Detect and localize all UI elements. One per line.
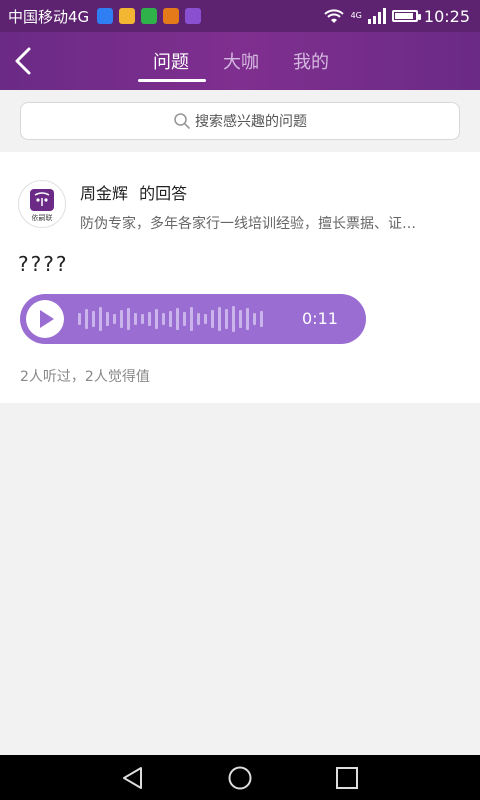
- shield-app-icon: [97, 8, 114, 24]
- expert-name[interactable]: 周金辉: [80, 184, 128, 203]
- status-right: 4G 10:25: [323, 7, 470, 26]
- tab-experts[interactable]: 大咖: [206, 32, 276, 90]
- play-icon[interactable]: [26, 300, 64, 338]
- search-icon: [173, 112, 191, 130]
- listen-stats: 2人听过，2人觉得值: [20, 369, 150, 385]
- answer-suffix: 的回答: [139, 184, 188, 203]
- search-input[interactable]: 搜索感兴趣的问题: [20, 102, 460, 140]
- answer-title: 周金辉 的回答: [80, 180, 187, 204]
- search-placeholder: 搜索感兴趣的问题: [195, 114, 307, 130]
- heart-app-icon: [163, 8, 180, 24]
- bag-app-icon: [119, 8, 136, 24]
- tab-questions[interactable]: 问题: [136, 32, 206, 90]
- carrier-label: 中国移动4G: [8, 7, 90, 26]
- expert-bio: 防伪专家，多年各家行一线培训经验，擅长票据、证…: [80, 216, 416, 232]
- tab-bar: 问题 大咖 我的: [136, 32, 346, 90]
- battery-icon: [391, 10, 421, 22]
- avatar-logo-text: 依嗣联: [32, 213, 53, 222]
- voice-duration: 0:11: [302, 309, 338, 328]
- back-arrow-icon[interactable]: [10, 46, 40, 76]
- tab-mine[interactable]: 我的: [276, 32, 346, 90]
- waveform: [78, 306, 263, 332]
- clock: 10:25: [423, 6, 470, 26]
- image-app-icon: [185, 8, 202, 24]
- question-text: ????: [18, 252, 69, 276]
- app-header: 问题 大咖 我的: [0, 32, 480, 90]
- expert-avatar[interactable]: 依嗣联: [18, 180, 66, 228]
- voice-player[interactable]: 0:11: [20, 294, 366, 344]
- nav-home-icon[interactable]: [227, 765, 253, 791]
- wifi-icon: [323, 9, 344, 23]
- system-nav-bar: [0, 755, 480, 800]
- search-area: 搜索感兴趣的问题: [0, 90, 480, 152]
- status-bar: 中国移动4G 4G 10:25: [0, 0, 480, 32]
- chat-app-icon: [141, 8, 158, 24]
- signal-icon: [367, 8, 386, 24]
- nav-back-icon[interactable]: [120, 765, 146, 791]
- notification-icons: [97, 8, 202, 24]
- nav-recents-icon[interactable]: [334, 765, 360, 791]
- network-type-label: 4G: [350, 11, 362, 20]
